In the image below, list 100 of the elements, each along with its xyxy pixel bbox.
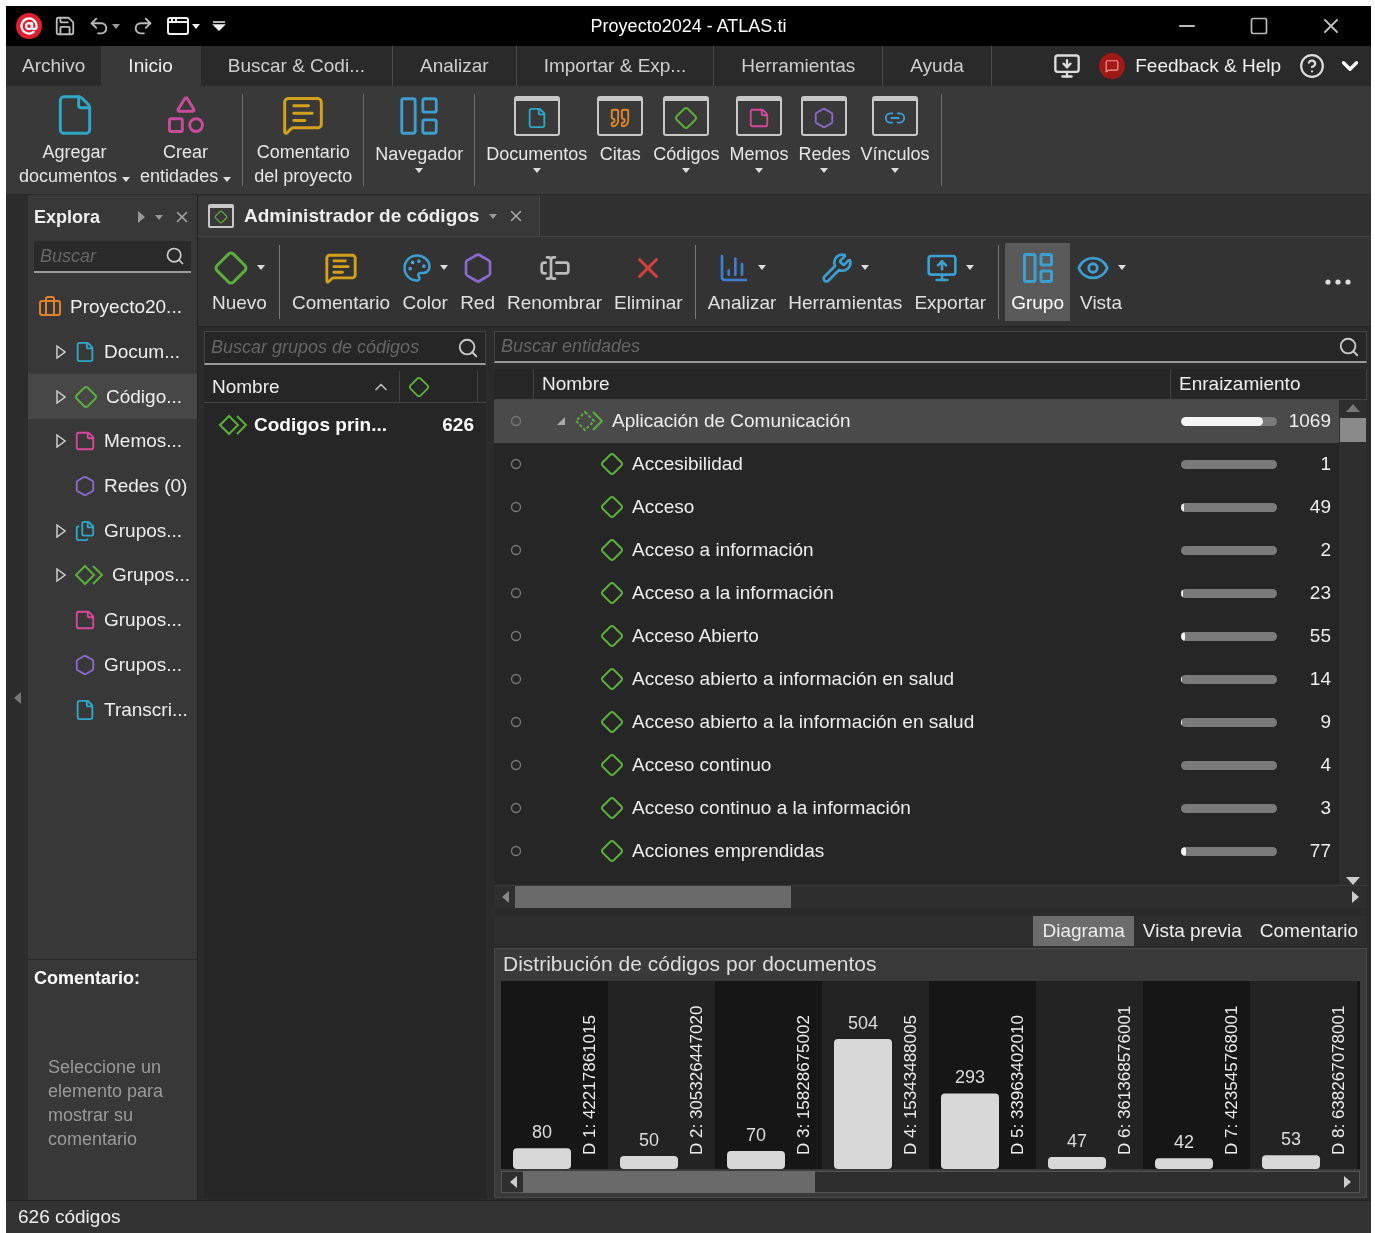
toolbar-button[interactable]: Eliminar [608,242,689,321]
vertical-scrollbar[interactable] [1339,399,1367,885]
tree-item[interactable]: Transcri... [28,687,197,732]
expand-arrow-icon[interactable] [56,523,66,538]
tree-item[interactable]: Grupos... [28,642,197,688]
toolbar-button[interactable]: Nuevo [206,242,273,321]
toolbar-button[interactable]: Herramientas [782,242,909,321]
scroll-right-arrow-icon[interactable] [1344,1176,1351,1188]
search-field[interactable]: Buscar [40,245,161,267]
diamond-icon [600,624,624,649]
document-tab[interactable]: Administrador de códigos [198,196,541,236]
ribbon-button[interactable]: Crear entidades [135,90,237,190]
column-header[interactable]: Nombre [204,371,400,402]
ribbon-button[interactable]: Redes [793,90,856,190]
toolbar-button[interactable]: Red [454,242,501,321]
circle-icon [510,802,522,815]
logo-icon [16,13,42,39]
preview-tab[interactable]: Diagrama [1033,915,1134,946]
tree-item[interactable]: Grupos... [28,597,197,643]
help-icon[interactable] [1299,53,1325,79]
toolbar-button[interactable]: Renombrar [501,242,609,321]
search-bar[interactable]: Buscar entidades [494,331,1367,364]
column-title: Nombre [212,375,280,398]
horizontal-scrollbar[interactable] [501,1171,1360,1193]
toolbar-button[interactable]: Vista [1070,242,1132,321]
preview-tab[interactable]: Comentario [1250,915,1367,946]
monitor-icon[interactable] [1053,52,1082,80]
double-diamond-icon [218,414,248,436]
expand-arrow-icon[interactable] [138,211,145,223]
category-label: D 8: 638267078001 [1329,1005,1348,1155]
save-button[interactable] [54,15,76,37]
column-header[interactable]: Nombre [534,369,1171,399]
preview-tab[interactable]: Vista previa [1133,915,1251,946]
search-field[interactable]: Buscar grupos de códigos [211,337,453,358]
collapse-arrow-icon[interactable] [556,416,566,427]
document-icon [74,341,96,364]
diamond-icon [600,839,624,864]
chart-bar [1048,1156,1106,1169]
ribbon-button[interactable]: Comentario del proyecto [249,90,358,190]
column-header[interactable]: Enraizamiento [1171,369,1367,399]
table-row[interactable]: Aplicación de Comunicación 1069 [494,399,1339,443]
ribbon-button[interactable]: Agregar documentos [14,90,136,190]
tree-item[interactable]: Redes (0) [28,463,197,509]
diamond-icon [600,538,624,563]
customize-button[interactable] [212,21,226,31]
scroll-thumb[interactable] [523,1171,815,1193]
tree-item[interactable]: Grupos... [28,553,197,598]
maximize-icon[interactable] [1249,16,1269,36]
toolbar-button[interactable]: Analizar [701,242,783,321]
undo-button[interactable] [88,15,120,37]
expand-arrow-icon[interactable] [56,434,66,449]
ribbon-tab[interactable]: Inicio [101,46,201,86]
diamond-icon [408,375,430,398]
tree-item[interactable]: Código... [28,374,197,420]
toolbar-button[interactable]: Comentario [285,242,397,321]
toolbar-button[interactable]: Exportar [908,242,993,321]
code-name: Acceso [632,496,695,519]
ribbon-button[interactable]: Citas [592,90,649,190]
scroll-thumb[interactable] [1340,417,1366,442]
scroll-up-arrow-icon[interactable] [1346,403,1360,412]
category-label: D 5: 33963402010 [1008,1015,1027,1155]
diamond-icon [213,249,250,286]
scroll-left-arrow-icon[interactable] [510,1176,517,1188]
expand-arrow-icon[interactable] [56,389,66,404]
collapse-arrow-icon[interactable] [13,691,21,704]
window-layout-button[interactable] [166,14,200,38]
count-cell-text: 1 [1319,453,1332,476]
tree-item[interactable]: Docum... [28,329,197,375]
scroll-left-arrow-icon[interactable] [502,890,509,903]
chart-bar [620,1156,678,1169]
ribbon-button[interactable]: Códigos [648,90,725,190]
scroll-thumb[interactable] [515,885,791,908]
search-icon [1338,335,1360,358]
expand-arrow-icon[interactable] [56,568,66,583]
hexagon-icon [74,653,96,676]
tree-item[interactable]: Proyecto20... [28,285,197,330]
search-bar[interactable]: Buscar [34,241,191,273]
redo-button[interactable] [132,15,154,37]
expand-arrow-icon[interactable] [56,345,66,360]
ribbon-button[interactable]: Memos [724,90,794,190]
diamond-icon [600,796,624,821]
bar-value-label: 47 [1067,1130,1087,1151]
circle-icon [510,845,522,858]
ribbon-tab[interactable]: Archivo [6,46,102,86]
scroll-right-arrow-icon[interactable] [1352,890,1359,903]
status-text: 626 códigos [18,1206,121,1228]
ribbon-button[interactable]: Navegador [370,90,469,190]
ribbon-button[interactable]: Documentos [481,90,593,190]
search-field[interactable]: Buscar entidades [501,336,1334,358]
feedback-button[interactable]: Feedback & Help [1093,53,1287,79]
diamond-icon [600,495,624,520]
toolbar-button[interactable]: Grupo [1005,242,1070,321]
toolbar-button[interactable]: Color [396,242,455,321]
tree-item[interactable]: Memos... [28,419,197,464]
ribbon-button[interactable]: Vínculos [855,90,935,190]
count-cell-text: 3 [1319,797,1332,820]
search-bar[interactable]: Buscar grupos de códigos [204,331,486,365]
tree-item[interactable]: Grupos... [28,508,197,554]
chart-bar [727,1150,785,1169]
scroll-down-arrow-icon[interactable] [1346,876,1360,885]
